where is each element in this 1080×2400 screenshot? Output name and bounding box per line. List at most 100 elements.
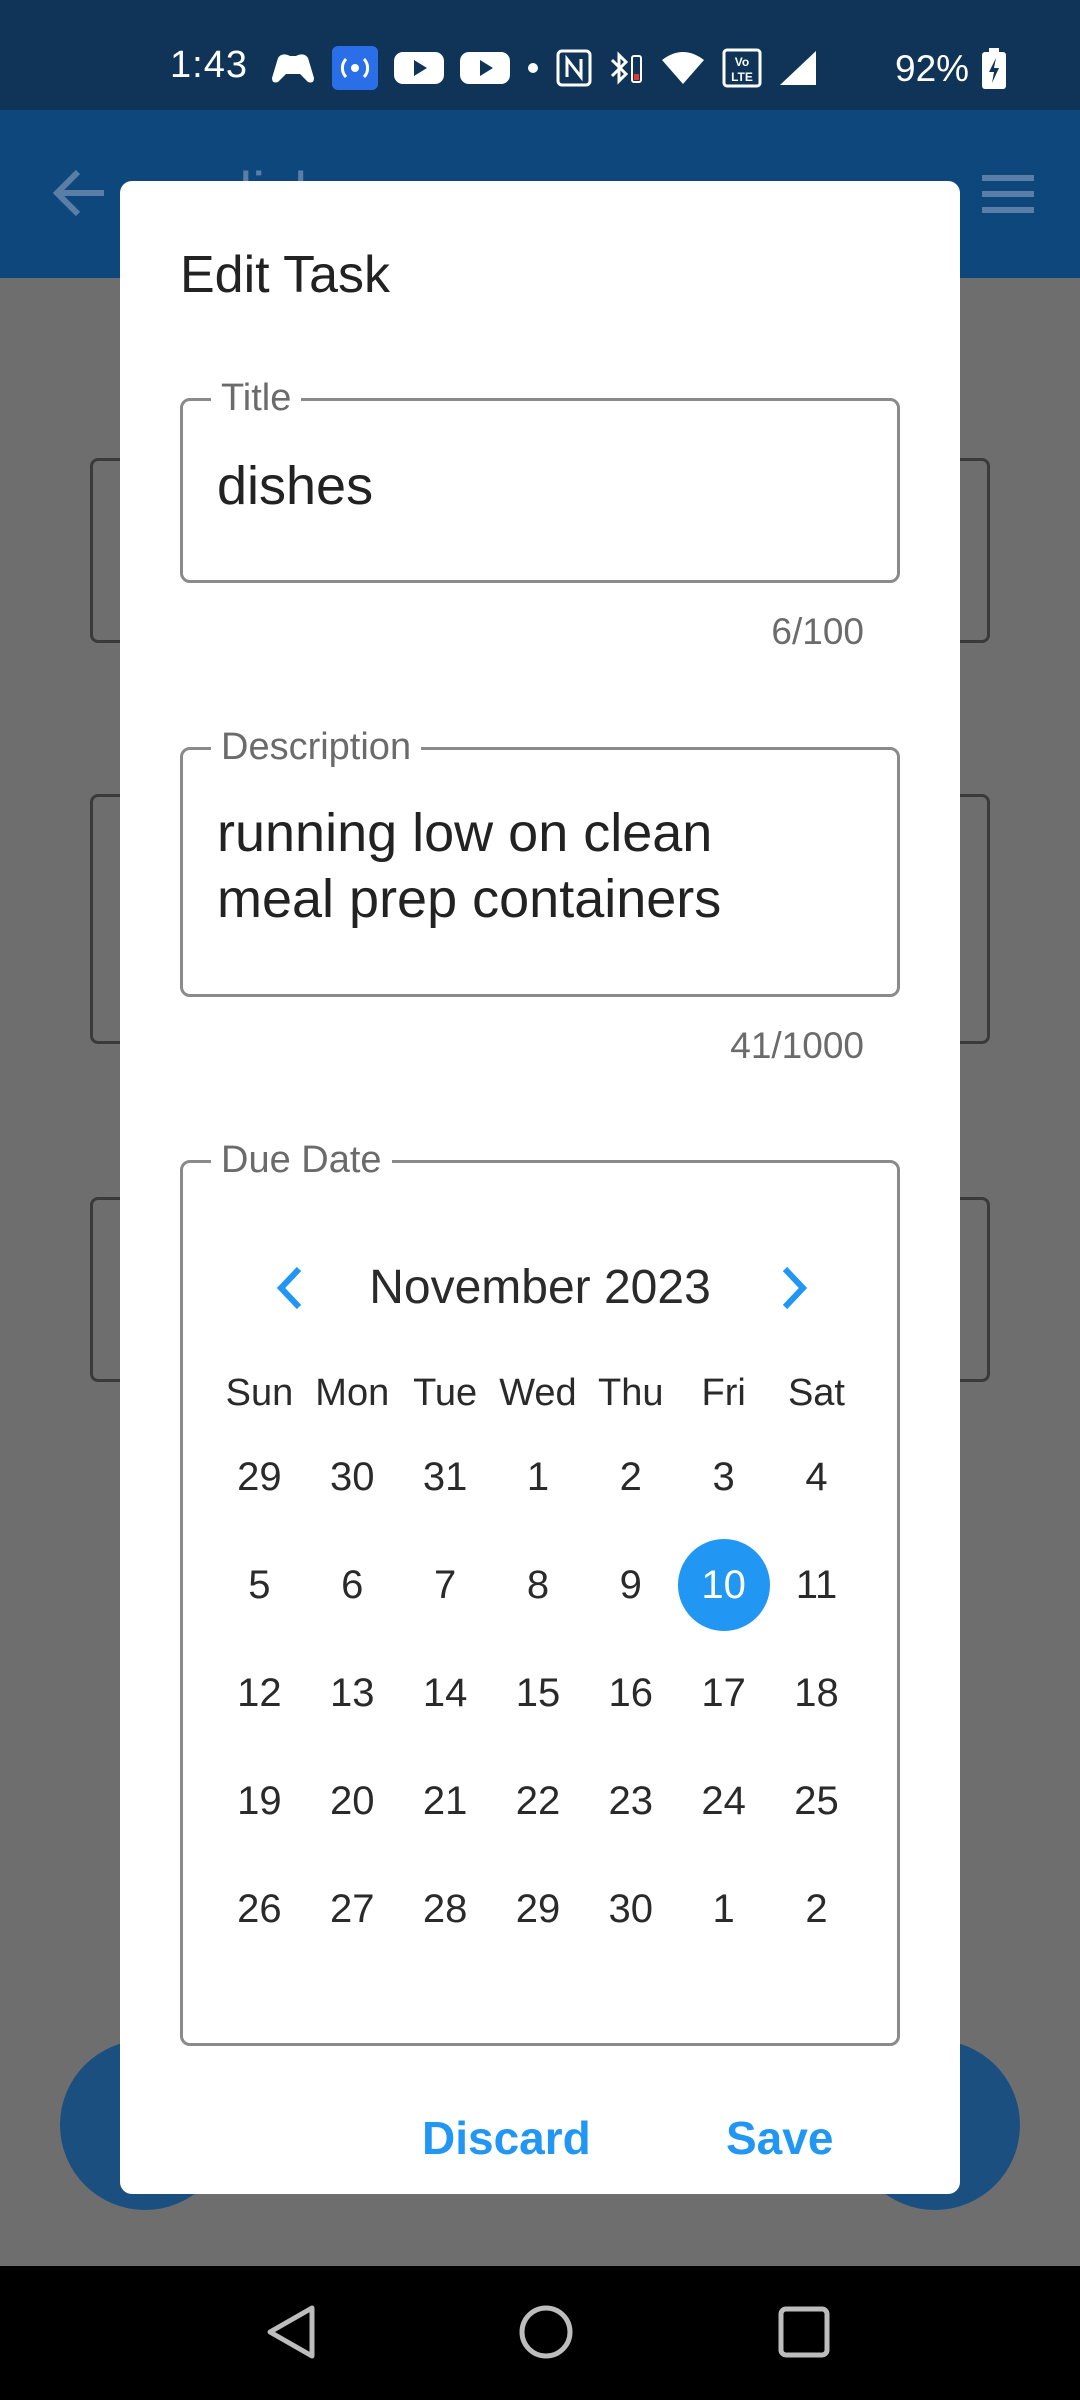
edit-task-dialog: Edit Task Title dishes 6/100 Description…: [120, 181, 960, 2194]
calendar-day-number: 29: [515, 1887, 561, 1931]
calendar-day-number: 18: [794, 1671, 839, 1715]
calendar-day-number: 3: [712, 1455, 735, 1499]
weekday-label: Sat: [787, 1372, 845, 1414]
calendar-day[interactable]: 18: [770, 1639, 863, 1747]
calendar-day-number: 8: [526, 1563, 550, 1607]
calendar-day[interactable]: 29: [492, 1855, 585, 1963]
bluetooth-battery-icon: [610, 51, 642, 85]
calendar-day-number: 26: [237, 1887, 282, 1931]
calendar-day[interactable]: 1: [677, 1855, 770, 1963]
calendar-day-number: 4: [805, 1455, 828, 1499]
calendar-day[interactable]: 22: [492, 1747, 585, 1855]
description-counter: 41/1000: [730, 1025, 864, 1066]
calendar-day[interactable]: 13: [306, 1639, 399, 1747]
calendar-day-number: 20: [330, 1779, 375, 1823]
signal-icon: [780, 51, 816, 85]
calendar-day-number: 30: [608, 1887, 654, 1931]
calendar-day-number: 9: [619, 1563, 642, 1607]
calendar-day[interactable]: 29: [213, 1423, 306, 1531]
calendar-day[interactable]: 28: [399, 1855, 492, 1963]
calendar-day-number: 12: [237, 1671, 282, 1715]
calendar-day-selected[interactable]: 10: [677, 1531, 770, 1639]
calendar-day[interactable]: 31: [399, 1423, 492, 1531]
calendar-day[interactable]: 23: [584, 1747, 677, 1855]
volte-icon: VoLTE: [722, 48, 762, 88]
calendar-day[interactable]: 3: [677, 1423, 770, 1531]
calendar-day[interactable]: 26: [213, 1855, 306, 1963]
calendar-day[interactable]: 11: [770, 1531, 863, 1639]
title-field[interactable]: Title dishes: [180, 377, 900, 583]
calendar-day[interactable]: 6: [306, 1531, 399, 1639]
calendar-day-number: 19: [237, 1779, 282, 1823]
menu-icon[interactable]: [980, 174, 1036, 214]
calendar-day[interactable]: 14: [399, 1639, 492, 1747]
calendar-week-row: 29 30 31 1 2 3 4: [213, 1423, 863, 1531]
svg-text:LTE: LTE: [731, 70, 753, 84]
calendar-day-number: 24: [701, 1779, 746, 1823]
dot-icon: [528, 63, 538, 73]
calendar-day-number: 5: [248, 1563, 271, 1607]
calendar-day-number: 17: [701, 1671, 746, 1715]
description-field[interactable]: Description running low on clean meal pr…: [180, 726, 900, 997]
calendar-day[interactable]: 9: [584, 1531, 677, 1639]
title-field-label: Title: [211, 377, 302, 420]
youtube-icon-2: [460, 52, 510, 84]
calendar-day[interactable]: 1: [492, 1423, 585, 1531]
calendar-day[interactable]: 8: [492, 1531, 585, 1639]
calendar-day[interactable]: 7: [399, 1531, 492, 1639]
calendar-day-number: 22: [515, 1779, 561, 1823]
back-arrow-icon[interactable]: [52, 168, 108, 218]
wifi-icon: [662, 52, 704, 84]
calendar-day-number: 13: [330, 1671, 375, 1715]
calendar-day-number: 1: [712, 1887, 735, 1931]
calendar-day-number: 30: [330, 1455, 375, 1499]
weekday-label: Thu: [598, 1372, 664, 1414]
calendar-day-number: 23: [608, 1779, 654, 1823]
calendar-day-number: 6: [341, 1563, 364, 1607]
next-month-icon[interactable]: [773, 1263, 813, 1313]
weekday-label: Sun: [225, 1372, 294, 1414]
description-field-value[interactable]: running low on clean meal prep container…: [217, 800, 721, 932]
back-nav-icon[interactable]: [262, 2302, 318, 2362]
calendar-day[interactable]: 15: [492, 1639, 585, 1747]
calendar-day[interactable]: 17: [677, 1639, 770, 1747]
calendar-week-row: 12 13 14 15 16 17 18: [213, 1639, 863, 1747]
calendar-day-number: 25: [794, 1779, 839, 1823]
discard-button[interactable]: Discard: [422, 2111, 591, 2165]
calendar-day[interactable]: 16: [584, 1639, 677, 1747]
calendar-day[interactable]: 30: [306, 1423, 399, 1531]
calendar-day[interactable]: 25: [770, 1747, 863, 1855]
status-bar: 1:43 Vo LTE 92%: [0, 0, 1080, 110]
calendar-day-number: 14: [422, 1671, 468, 1715]
weekday-label: Tue: [413, 1372, 478, 1414]
svg-text:Vo: Vo: [735, 55, 749, 69]
calendar-grid: Sun Mon Tue Wed Thu Fri Sat 29 30 31 1 2 3 4 5 6 7 8 9 10 1…: [213, 1363, 863, 1963]
calendar-day[interactable]: 5: [213, 1531, 306, 1639]
home-nav-icon[interactable]: [516, 2302, 576, 2362]
calendar-day[interactable]: 12: [213, 1639, 306, 1747]
calendar-day[interactable]: 30: [584, 1855, 677, 1963]
calendar-day[interactable]: 21: [399, 1747, 492, 1855]
due-date-field: Due Date November 2023 Sun Mon Tue Wed Thu Fr…: [180, 1139, 900, 2046]
calendar-day[interactable]: 2: [770, 1855, 863, 1963]
calendar-day-number: 16: [608, 1671, 654, 1715]
calendar-day[interactable]: 24: [677, 1747, 770, 1855]
calendar-day[interactable]: 4: [770, 1423, 863, 1531]
status-icons: Vo LTE: [270, 46, 818, 90]
battery-percent: 92%: [895, 48, 970, 89]
dialog-title: Edit Task: [180, 246, 391, 304]
calendar-weeks: 29 30 31 1 2 3 4 5 6 7 8 9 10 11 12 13 14 15 16 17 18 19 20 21 2…: [213, 1423, 863, 1963]
save-button[interactable]: Save: [726, 2111, 833, 2165]
calendar-day[interactable]: 20: [306, 1747, 399, 1855]
calendar-day[interactable]: 2: [584, 1423, 677, 1531]
calendar-day[interactable]: 19: [213, 1747, 306, 1855]
recents-nav-icon[interactable]: [776, 2304, 832, 2360]
calendar-day-number: 11: [795, 1563, 838, 1607]
game-controller-icon: [272, 54, 314, 83]
title-field-value[interactable]: dishes: [217, 453, 373, 519]
calendar-day[interactable]: 27: [306, 1855, 399, 1963]
weekday-label: Wed: [499, 1372, 577, 1414]
calendar-day-number: 29: [237, 1455, 282, 1499]
calendar-day-number: 31: [422, 1455, 468, 1499]
nfc-icon: [556, 49, 592, 87]
